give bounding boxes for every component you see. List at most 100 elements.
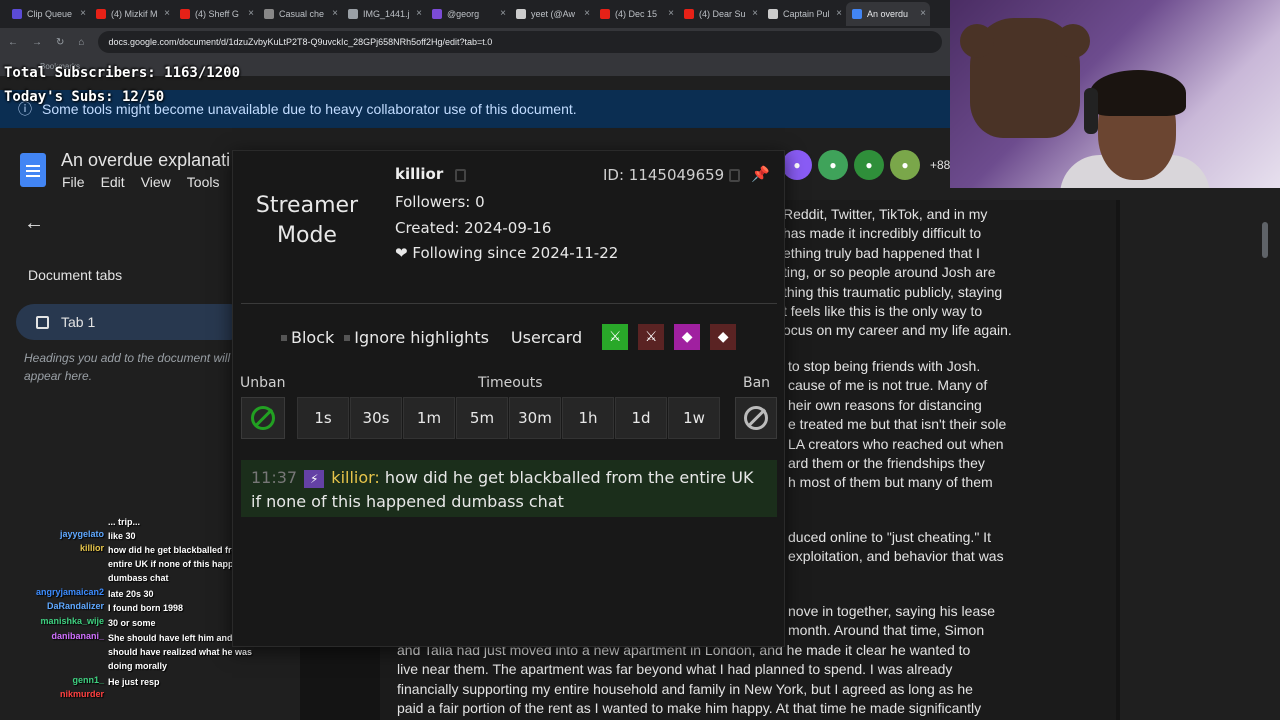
forward-icon[interactable]: → <box>32 37 42 48</box>
sidebar-item-tab-1[interactable]: Tab 1 <box>16 304 248 340</box>
unban-label: Unban <box>240 375 286 391</box>
vip-diamond-icon[interactable]: ◆ <box>674 324 701 350</box>
close-tab-icon[interactable]: × <box>668 8 674 19</box>
tab-favicon-icon <box>96 9 106 19</box>
tab-favicon-icon <box>768 9 778 19</box>
collaborator-avatar[interactable]: ● <box>854 150 884 180</box>
home-icon[interactable]: ⌂ <box>78 37 84 48</box>
copy-id-icon[interactable] <box>729 169 740 182</box>
ignore-highlights-checkbox[interactable]: Ignore highlights <box>344 328 489 347</box>
url-input[interactable]: docs.google.com/document/d/1dzuZvbyKuLtP… <box>98 31 942 53</box>
account-created-date: Created: 2024-09-16 <box>395 219 552 237</box>
following-since-text: Following since 2024-11-22 <box>412 244 619 262</box>
close-tab-icon[interactable]: × <box>920 8 926 19</box>
timeout-1s-button[interactable]: 1s <box>297 397 349 439</box>
menu-edit[interactable]: Edit <box>101 174 125 190</box>
browser-tab[interactable]: @georg × <box>426 2 510 26</box>
close-tab-icon[interactable]: × <box>584 8 590 19</box>
document-text-line: exploitation, and behavior that was <box>788 548 1004 565</box>
document-text-line: LA creators who reached out when <box>788 435 1004 452</box>
close-tab-icon[interactable]: × <box>752 8 758 19</box>
ban-button[interactable] <box>735 397 777 439</box>
docs-menu-bar: File Edit View Tools <box>62 174 219 190</box>
divider <box>241 303 777 304</box>
ban-label: Ban <box>743 375 771 391</box>
tab-label: Clip Queue <box>27 9 73 19</box>
menu-file[interactable]: File <box>62 174 85 190</box>
chat-username: DaRandalizer <box>46 601 104 611</box>
user-id: ID: 1145049659 <box>603 166 725 184</box>
block-label: Block <box>291 327 335 347</box>
google-docs-logo-icon[interactable] <box>20 153 46 187</box>
unmod-sword-icon[interactable]: ⚔ <box>638 324 665 350</box>
copy-username-icon[interactable] <box>455 169 466 182</box>
more-collaborators-count[interactable]: +88 <box>930 158 950 172</box>
tab-label: (4) Sheff G <box>195 9 239 19</box>
message-text: how did he get blackballed from the enti… <box>251 468 754 511</box>
heart-icon: ❤ <box>395 244 408 262</box>
close-tab-icon[interactable]: × <box>248 8 254 19</box>
close-tab-icon[interactable]: × <box>500 8 506 19</box>
menu-view[interactable]: View <box>141 174 171 190</box>
chat-username: danibanani_ <box>51 631 104 641</box>
todays-subs-counter: Today's Subs: 12/50 <box>4 89 165 105</box>
unvip-diamond-icon[interactable]: ◆ <box>710 324 737 350</box>
block-checkbox[interactable]: Block <box>281 328 334 347</box>
back-icon[interactable]: ← <box>8 37 18 48</box>
browser-tab[interactable]: yeet (@Aw × <box>510 2 594 26</box>
tab-label: Casual che <box>279 9 325 19</box>
tab-label: IMG_1441.j <box>363 9 410 19</box>
close-tab-icon[interactable]: × <box>416 8 422 19</box>
pin-icon[interactable]: 📌 <box>751 165 770 183</box>
browser-tab[interactable]: An overdu × <box>846 2 930 26</box>
document-text-line: has made it incredibly difficult to <box>783 225 982 242</box>
tab-favicon-icon <box>684 9 694 19</box>
streamer-mode-label: Streamer Mode <box>255 193 359 248</box>
close-tab-icon[interactable]: × <box>80 8 86 19</box>
collaborator-avatar[interactable]: ● <box>890 150 920 180</box>
usercard-link[interactable]: Usercard <box>511 328 582 347</box>
timeout-30m-button[interactable]: 30m <box>509 397 561 439</box>
browser-tab[interactable]: (4) Sheff G × <box>174 2 258 26</box>
document-text-line: month. Around that time, Simon <box>788 622 985 639</box>
browser-tab[interactable]: (4) Dec 15 × <box>594 2 678 26</box>
headphones-icon <box>1084 88 1098 134</box>
collaborator-avatar[interactable]: ● <box>818 150 848 180</box>
timeout-1d-button[interactable]: 1d <box>615 397 667 439</box>
document-text-line: e treated me but that isn't their sole <box>788 416 1007 433</box>
timeout-1h-button[interactable]: 1h <box>562 397 614 439</box>
browser-tab[interactable]: (4) Dear Su × <box>678 2 762 26</box>
streamer-hair <box>1090 70 1186 116</box>
browser-tab[interactable]: IMG_1441.j × <box>342 2 426 26</box>
timeout-30s-button[interactable]: 30s <box>350 397 402 439</box>
unban-button[interactable] <box>241 397 285 439</box>
timeout-5m-button[interactable]: 5m <box>456 397 508 439</box>
tab-label: (4) Dear Su <box>699 9 746 19</box>
browser-tab[interactable]: (4) Mizkif M × <box>90 2 174 26</box>
document-text-line: live near them. The apartment was far be… <box>397 661 953 678</box>
reload-icon[interactable]: ↻ <box>56 37 64 48</box>
browser-tab[interactable]: Clip Queue × <box>6 2 90 26</box>
timeout-1w-button[interactable]: 1w <box>668 397 720 439</box>
close-tab-icon[interactable]: × <box>164 8 170 19</box>
chat-message <box>108 689 273 699</box>
tab-label: (4) Dec 15 <box>615 9 658 19</box>
followers-count: Followers: 0 <box>395 193 485 211</box>
close-tab-icon[interactable]: × <box>332 8 338 19</box>
document-title[interactable]: An overdue explanati <box>61 150 230 171</box>
tab-label: @georg <box>447 9 480 19</box>
close-sidebar-arrow-icon[interactable]: ← <box>24 212 44 235</box>
collaborator-avatar[interactable]: ● <box>782 150 812 180</box>
tab-favicon-icon <box>264 9 274 19</box>
browser-tab-bar: Clip Queue × (4) Mizkif M × (4) Sheff G × Casu… <box>0 0 950 28</box>
menu-tools[interactable]: Tools <box>187 174 220 190</box>
tab-label: Captain Pul <box>783 9 830 19</box>
close-tab-icon[interactable]: × <box>836 8 842 19</box>
timeout-1m-button[interactable]: 1m <box>403 397 455 439</box>
tab-favicon-icon <box>12 9 22 19</box>
document-text-line: financially supporting my entire househo… <box>397 680 973 697</box>
mod-sword-icon[interactable]: ⚔ <box>602 324 629 350</box>
browser-tab[interactable]: Casual che × <box>258 2 342 26</box>
document-scrollbar[interactable] <box>1262 222 1268 258</box>
browser-tab[interactable]: Captain Pul × <box>762 2 846 26</box>
